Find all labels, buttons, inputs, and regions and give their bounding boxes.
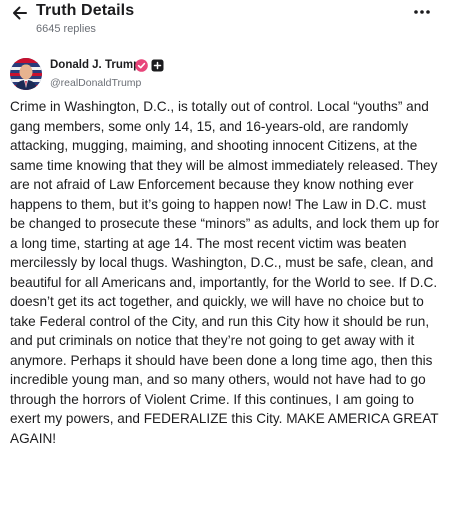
verified-badge-icon xyxy=(135,59,148,72)
back-arrow-icon[interactable] xyxy=(10,3,30,23)
post-text: Crime in Washington, D.C., is totally ou… xyxy=(10,99,440,446)
post-author: Donald J. Trump @realDonaldTrump xyxy=(10,58,440,92)
avatar[interactable] xyxy=(10,58,42,90)
author-name[interactable]: Donald J. Trump xyxy=(50,59,140,71)
author-handle[interactable]: @realDonaldTrump xyxy=(50,77,141,89)
reply-count: 6645 replies xyxy=(36,23,96,35)
follow-icon[interactable] xyxy=(151,59,164,72)
top-bar: Truth Details 6645 replies xyxy=(0,0,453,44)
more-options-icon[interactable] xyxy=(411,2,433,22)
page-title: Truth Details xyxy=(36,2,135,19)
